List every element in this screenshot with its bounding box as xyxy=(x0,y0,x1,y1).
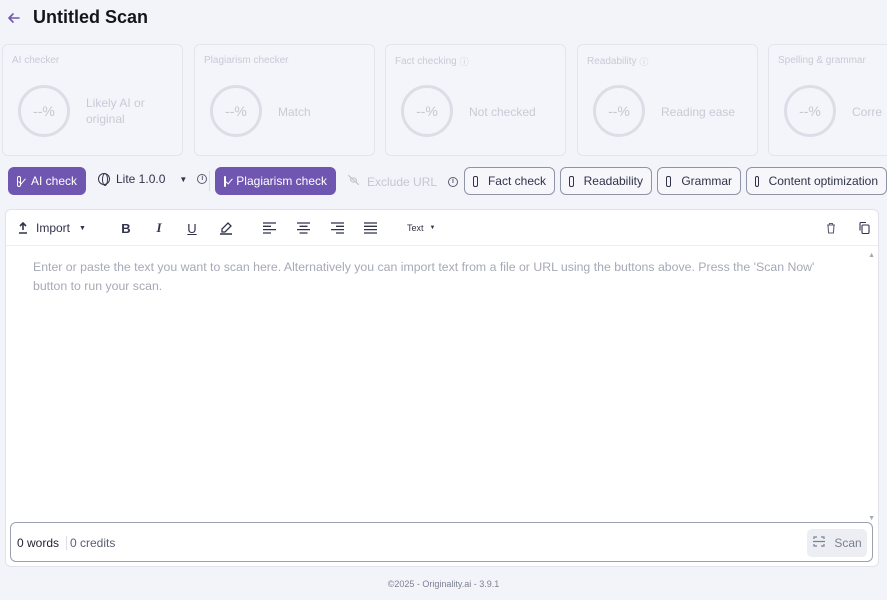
align-justify-icon xyxy=(363,222,377,234)
align-left-icon xyxy=(262,222,276,234)
checkbox-icon xyxy=(473,175,478,187)
info-icon[interactable]: ⓘ xyxy=(460,55,469,68)
score-ring: --% xyxy=(593,85,645,137)
card-label: AI checker xyxy=(12,55,60,66)
link-off-icon xyxy=(347,174,360,189)
editor-textarea[interactable]: Enter or paste the text you want to scan… xyxy=(33,258,833,296)
grammar-label: Grammar xyxy=(681,174,732,188)
score-ring: --% xyxy=(210,85,262,137)
text-style-select[interactable]: Text ▼ xyxy=(407,220,435,236)
plagiarism-checker-card: Plagiarism checker --% Match xyxy=(194,44,375,156)
card-label-text: Readability xyxy=(587,56,637,67)
checkbox-icon xyxy=(569,175,574,187)
globe-icon xyxy=(98,173,110,186)
exclude-url-toggle[interactable]: Exclude URL i xyxy=(347,174,459,189)
info-icon[interactable]: i xyxy=(448,176,459,187)
caret-down-icon: ▼ xyxy=(179,174,188,184)
checkbox-checked-icon xyxy=(17,175,21,187)
scroll-down-icon[interactable]: ▼ xyxy=(868,515,875,522)
footer: ©2025 - Originality.ai - 3.9.1 xyxy=(387,579,500,589)
readability-toggle[interactable]: Readability xyxy=(560,167,652,195)
editor-scrollbar[interactable] xyxy=(866,246,878,526)
fact-checking-card: Fact checking ⓘ --% Not checked xyxy=(385,44,566,156)
delete-button[interactable] xyxy=(825,220,837,236)
align-center-button[interactable] xyxy=(296,220,310,236)
divider xyxy=(66,536,67,550)
readability-label: Readability xyxy=(583,174,643,188)
caret-down-icon: ▼ xyxy=(79,224,86,232)
fact-check-toggle[interactable]: Fact check xyxy=(464,167,555,195)
import-label: Import xyxy=(36,221,71,235)
highlight-button[interactable] xyxy=(218,220,234,236)
align-right-button[interactable] xyxy=(330,220,344,236)
card-label: Fact checking ⓘ xyxy=(395,55,469,68)
checkbox-checked-icon xyxy=(224,175,227,187)
align-right-icon xyxy=(330,222,344,234)
scan-label: Scan xyxy=(834,536,862,550)
scroll-up-icon[interactable]: ▲ xyxy=(868,252,875,259)
card-description: Likely AI or original xyxy=(86,95,145,127)
model-label: Lite 1.0.0 xyxy=(116,172,166,186)
card-description: Not checked xyxy=(469,105,536,119)
exclude-url-label: Exclude URL xyxy=(367,174,438,189)
word-count: 0 words xyxy=(17,536,60,550)
info-icon[interactable]: i xyxy=(197,174,208,184)
ai-check-label: AI check xyxy=(30,174,77,188)
fact-check-label: Fact check xyxy=(487,174,546,188)
align-left-button[interactable] xyxy=(262,220,276,236)
align-center-icon xyxy=(296,222,310,234)
caret-down-icon: ▼ xyxy=(429,225,436,231)
import-button[interactable]: Import ▼ xyxy=(18,220,86,236)
readability-card: Readability ⓘ --% Reading ease xyxy=(577,44,758,156)
editor-panel: Import ▼ B I U Text ▼ Enter or paste the… xyxy=(5,209,879,567)
align-justify-button[interactable] xyxy=(363,220,377,236)
status-bar: 0 words 0 credits Scan xyxy=(10,522,873,562)
spelling-grammar-card: Spelling & grammar --% Corre xyxy=(768,44,887,156)
ai-checker-card: AI checker --% Likely AI or original xyxy=(2,44,183,156)
checkbox-icon xyxy=(666,175,672,187)
credit-count: 0 credits xyxy=(70,536,116,550)
checkbox-icon xyxy=(755,175,759,187)
copy-icon xyxy=(858,222,870,234)
scan-icon xyxy=(812,535,826,551)
card-label: Plagiarism checker xyxy=(204,55,289,66)
italic-button[interactable]: I xyxy=(152,220,166,236)
card-desc-line: Likely AI or xyxy=(86,96,145,110)
card-description: Reading ease xyxy=(661,105,736,119)
scan-button[interactable]: Scan xyxy=(807,529,867,557)
copy-button[interactable] xyxy=(858,220,870,236)
score-ring: --% xyxy=(401,85,453,137)
card-desc-line: original xyxy=(86,112,125,126)
grammar-toggle[interactable]: Grammar xyxy=(657,167,741,195)
page-title: Untitled Scan xyxy=(33,7,149,27)
trash-icon xyxy=(826,222,836,234)
result-cards: AI checker --% Likely AI or original Pla… xyxy=(2,44,887,156)
plagiarism-check-toggle[interactable]: Plagiarism check xyxy=(215,167,336,195)
header: Untitled Scan xyxy=(0,0,887,36)
card-description: Corre xyxy=(852,105,883,119)
underline-button[interactable]: U xyxy=(185,220,199,236)
model-select[interactable]: Lite 1.0.0 ▼ i xyxy=(98,172,208,186)
text-style-label: Text xyxy=(407,223,424,233)
upload-icon xyxy=(18,222,28,234)
arrow-left-icon[interactable] xyxy=(6,10,22,26)
card-description: Match xyxy=(278,105,311,119)
highlighter-icon xyxy=(219,221,233,235)
plagiarism-check-label: Plagiarism check xyxy=(236,174,327,188)
score-ring: --% xyxy=(18,85,70,137)
info-icon[interactable]: ⓘ xyxy=(639,55,648,68)
content-optimization-toggle[interactable]: Content optimization xyxy=(746,167,887,195)
bold-button[interactable]: B xyxy=(119,220,133,236)
score-ring: --% xyxy=(784,85,836,137)
editor-toolbar: Import ▼ B I U Text ▼ xyxy=(6,210,878,246)
card-label: Readability ⓘ xyxy=(587,55,649,68)
divider xyxy=(209,171,210,191)
ai-check-toggle[interactable]: AI check xyxy=(8,167,86,195)
card-label: Spelling & grammar xyxy=(778,55,866,66)
content-optimization-label: Content optimization xyxy=(768,174,878,188)
card-label-text: Fact checking xyxy=(395,56,457,67)
